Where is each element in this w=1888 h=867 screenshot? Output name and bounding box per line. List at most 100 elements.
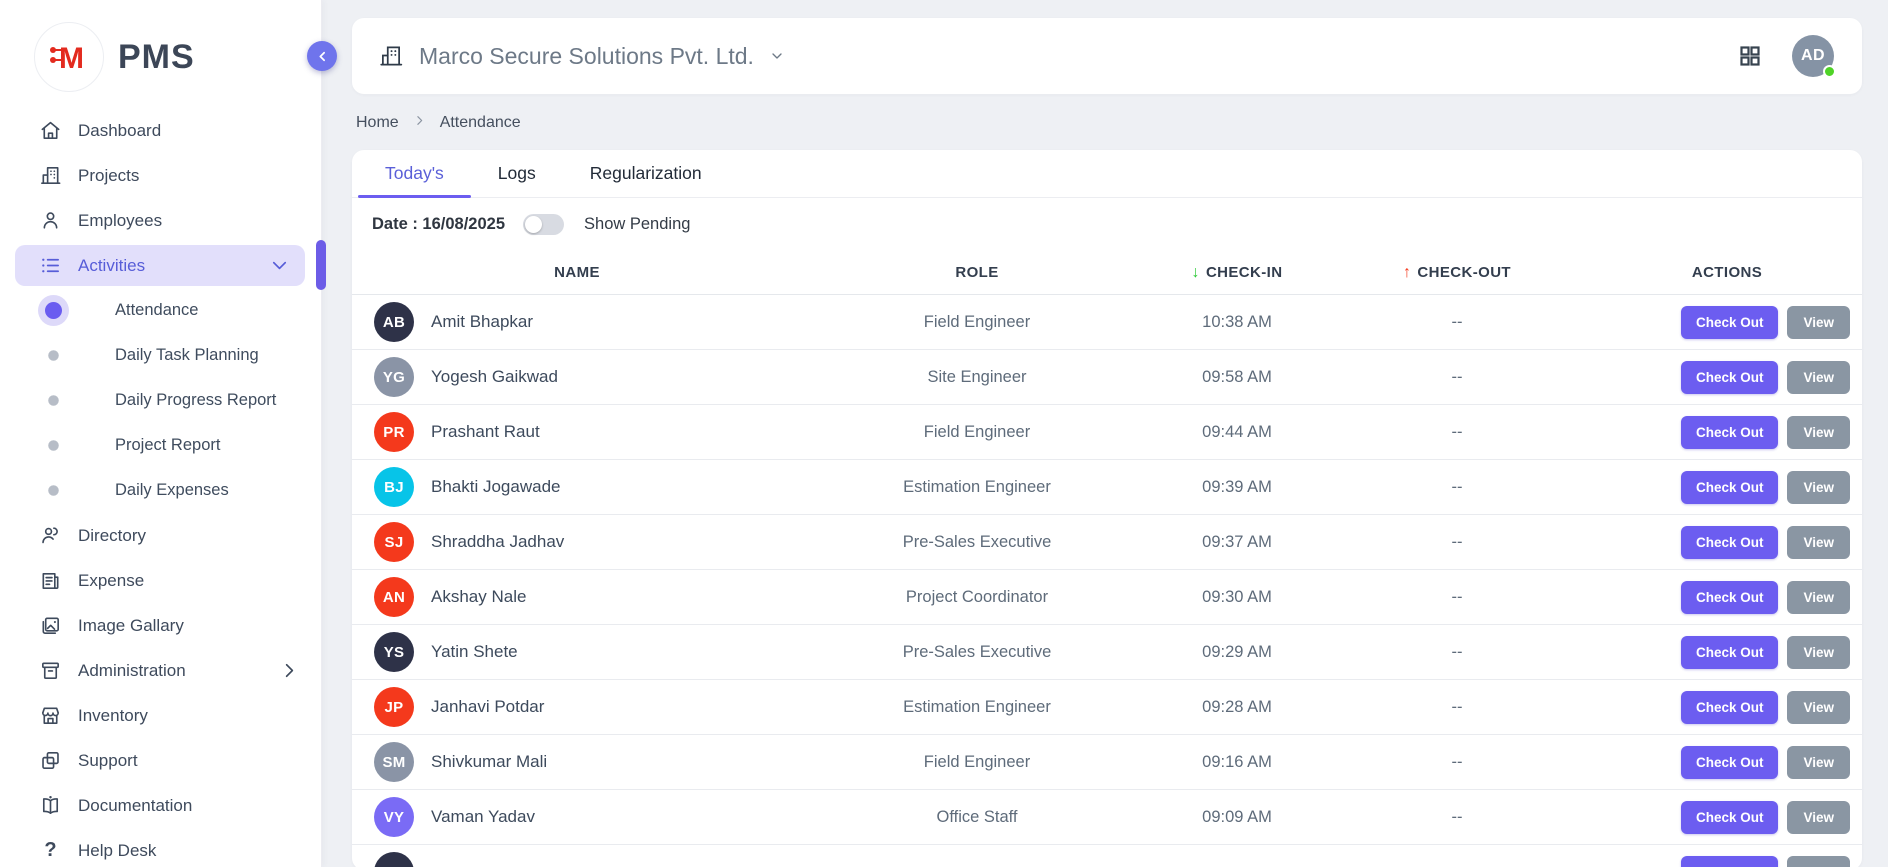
employee-role: Estimation Engineer [802,698,1152,717]
check-out-button[interactable]: Check Out [1681,636,1779,669]
tab-logs[interactable]: Logs [471,150,563,197]
sidebar-item-documentation[interactable]: Documentation [0,783,321,828]
check-out-time: -- [1322,643,1592,662]
chevron-right-icon [413,114,426,132]
check-out-button[interactable]: Check Out [1681,856,1779,867]
company-selector[interactable]: Marco Secure Solutions Pvt. Ltd. [378,43,785,70]
sidebar-item-daily-progress-report[interactable]: Daily Progress Report [0,378,321,423]
breadcrumb-current: Attendance [440,114,521,132]
view-button[interactable]: View [1787,526,1850,559]
table-row: SM Shivkumar Mali Field Engineer 09:16 A… [352,735,1862,790]
view-button[interactable]: View [1787,746,1850,779]
avatar: PR [374,412,414,452]
sidebar-item-label: Employees [78,211,162,231]
breadcrumb-home[interactable]: Home [356,114,399,132]
company-name: Marco Secure Solutions Pvt. Ltd. [419,43,754,70]
sidebar-item-daily-expenses[interactable]: Daily Expenses [0,468,321,513]
chevron-down-icon [769,48,785,64]
sidebar-item-daily-task-planning[interactable]: Daily Task Planning [0,333,321,378]
table-header-row: NAME ROLE ↓ CHECK-IN ↑ CHECK-OUT ACTIONS [352,251,1862,295]
view-button[interactable]: View [1787,691,1850,724]
sidebar-item-activities[interactable]: Activities [15,245,305,286]
sidebar-item-directory[interactable]: Directory [0,513,321,558]
copy-icon [39,749,62,772]
sidebar-item-dashboard[interactable]: Dashboard [0,108,321,153]
attendance-card: Today's Logs Regularization Date : 16/08… [352,150,1862,867]
check-out-button[interactable]: Check Out [1681,746,1779,779]
column-header-check-in[interactable]: ↓ CHECK-IN [1152,264,1322,282]
sidebar-item-label: Help Desk [78,841,156,861]
sidebar-item-administration[interactable]: Administration [0,648,321,693]
sidebar-item-help-desk[interactable]: ? Help Desk [0,828,321,867]
table-row-partial: Check Out View [352,845,1862,867]
sidebar-item-inventory[interactable]: Inventory [0,693,321,738]
view-button[interactable]: View [1787,361,1850,394]
column-header-label: CHECK-OUT [1417,264,1511,281]
avatar: AB [374,302,414,342]
avatar [374,852,414,867]
up-arrow-red-icon: ↑ [1403,264,1411,282]
view-button[interactable]: View [1787,306,1850,339]
check-in-time: 09:28 AM [1152,698,1322,717]
check-out-time: -- [1322,588,1592,607]
sidebar-item-expense[interactable]: Expense [0,558,321,603]
employee-cell: BJ Bhakti Jogawade [352,467,802,507]
check-out-button[interactable]: Check Out [1681,361,1779,394]
check-in-time: 09:30 AM [1152,588,1322,607]
employee-role: Office Staff [802,808,1152,827]
check-out-time: -- [1322,368,1592,387]
column-header-check-out[interactable]: ↑ CHECK-OUT [1322,264,1592,282]
breadcrumb: Home Attendance [352,94,1862,150]
show-pending-toggle[interactable] [523,214,564,235]
tab-regularization[interactable]: Regularization [563,150,729,197]
apps-grid-icon[interactable] [1738,44,1762,68]
user-avatar[interactable]: AD [1792,35,1834,77]
check-out-button[interactable]: Check Out [1681,471,1779,504]
bullet-icon [45,302,62,319]
view-button[interactable]: View [1787,471,1850,504]
sidebar-item-label: Dashboard [78,121,161,141]
sidebar-item-project-report[interactable]: Project Report [0,423,321,468]
actions-cell: Check Out View [1592,306,1862,339]
actions-cell: Check Out View [1592,581,1862,614]
app-title: PMS [118,38,195,77]
employee-name: Yogesh Gaikwad [431,367,558,387]
sidebar-subitem-label: Daily Progress Report [115,391,276,410]
employee-cell: AB Amit Bhapkar [352,302,802,342]
column-header-name[interactable]: NAME [352,264,802,281]
check-out-button[interactable]: Check Out [1681,581,1779,614]
sidebar-item-employees[interactable]: Employees [0,198,321,243]
filter-row: Date : 16/08/2025 Show Pending [352,198,1862,245]
employee-name: Shraddha Jadhav [431,532,564,552]
check-out-time: -- [1322,478,1592,497]
check-out-time: -- [1322,753,1592,772]
column-header-role[interactable]: ROLE [802,264,1152,281]
sidebar-item-projects[interactable]: Projects [0,153,321,198]
check-out-button[interactable]: Check Out [1681,306,1779,339]
logo[interactable]: M PMS [0,0,321,108]
actions-cell: Check Out View [1592,416,1862,449]
sidebar-item-support[interactable]: Support [0,738,321,783]
tabs-bar: Today's Logs Regularization [352,150,1862,198]
check-out-button[interactable]: Check Out [1681,416,1779,449]
check-out-button[interactable]: Check Out [1681,526,1779,559]
view-button[interactable]: View [1787,856,1850,867]
avatar: YS [374,632,414,672]
sidebar-item-label: Projects [78,166,139,186]
avatar: VY [374,797,414,837]
check-out-button[interactable]: Check Out [1681,801,1779,834]
check-out-button[interactable]: Check Out [1681,691,1779,724]
view-button[interactable]: View [1787,636,1850,669]
employee-role: Field Engineer [802,423,1152,442]
view-button[interactable]: View [1787,581,1850,614]
down-arrow-green-icon: ↓ [1192,264,1200,282]
employee-role: Estimation Engineer [802,478,1152,497]
view-button[interactable]: View [1787,416,1850,449]
sidebar-item-image-gallary[interactable]: Image Gallary [0,603,321,648]
table-row: YG Yogesh Gaikwad Site Engineer 09:58 AM… [352,350,1862,405]
tab-todays[interactable]: Today's [358,150,471,197]
view-button[interactable]: View [1787,801,1850,834]
sidebar-item-attendance[interactable]: Attendance [0,288,321,333]
chevron-left-icon [316,50,329,63]
sidebar-collapse-button[interactable] [307,41,337,71]
